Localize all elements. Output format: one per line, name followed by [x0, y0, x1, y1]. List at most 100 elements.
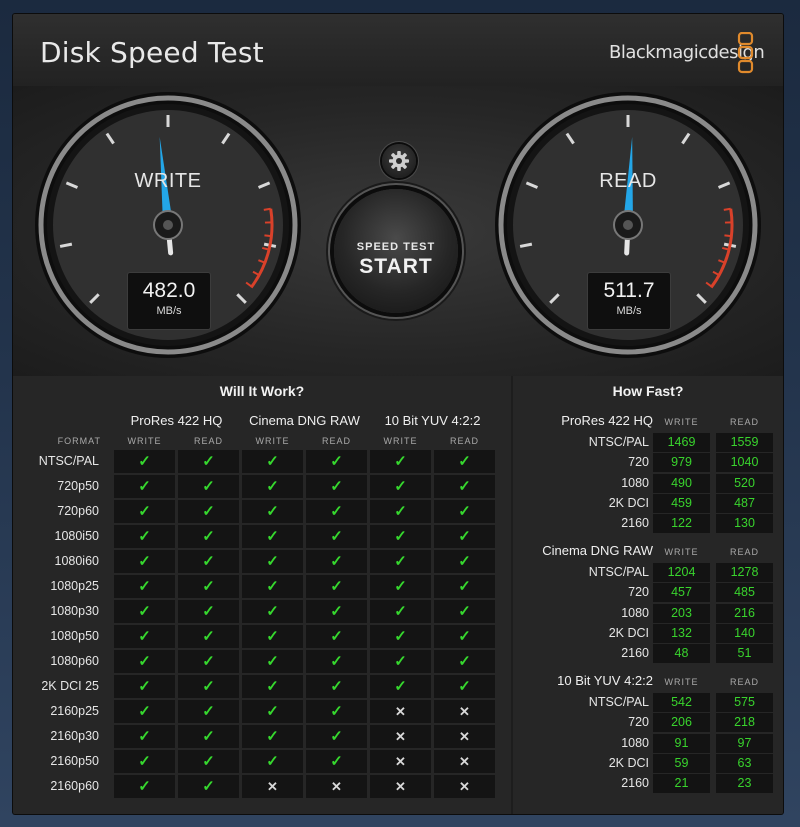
check-icon: ✓: [114, 650, 175, 673]
gauge-redzone-tick: [723, 207, 731, 211]
how-fast-row-label: 720: [628, 585, 649, 600]
gauge-hub-center: [623, 220, 633, 230]
check-icon: ✓: [242, 675, 303, 698]
write-fps-value: 122: [653, 514, 710, 534]
check-icon: ✓: [306, 600, 367, 623]
how-fast-row-label: 2160: [621, 646, 649, 661]
cross-icon: ✕: [370, 700, 431, 723]
cross-icon: ✕: [242, 775, 303, 798]
format-group-header: 10 Bit YUV 4:2:2: [384, 413, 481, 428]
check-icon: ✓: [178, 775, 239, 798]
check-icon: ✓: [306, 575, 367, 598]
how-fast-row-label: NTSC/PAL: [588, 565, 649, 579]
how-fast-row-label: 720: [628, 455, 649, 470]
format-subheader: READ: [193, 436, 223, 446]
read-fps-value: 130: [716, 514, 773, 534]
check-icon: ✓: [306, 700, 367, 723]
gear-icon: [389, 151, 409, 171]
check-icon: ✓: [434, 675, 495, 698]
format-row-label: 1080p50: [50, 629, 99, 643]
write-fps-value: 206: [653, 713, 710, 733]
check-icon: ✓: [370, 500, 431, 523]
check-icon: ✓: [178, 725, 239, 748]
format-row-label: 720p60: [57, 504, 99, 518]
check-icon: ✓: [242, 550, 303, 573]
check-icon: ✓: [434, 600, 495, 623]
check-icon: ✓: [370, 625, 431, 648]
check-icon: ✓: [114, 700, 175, 723]
check-icon: ✓: [242, 600, 303, 623]
write-gauge-label: WRITE: [134, 170, 202, 192]
check-icon: ✓: [242, 725, 303, 748]
read-fps-value: 575: [716, 693, 773, 712]
format-subheader: READ: [321, 436, 351, 446]
cross-icon: ✕: [306, 775, 367, 798]
cross-icon: ✕: [370, 775, 431, 798]
check-icon: ✓: [114, 575, 175, 598]
check-icon: ✓: [114, 500, 175, 523]
check-icon: ✓: [306, 650, 367, 673]
settings-button[interactable]: [382, 144, 416, 178]
read-fps-value: 23: [716, 774, 773, 794]
write-fps-value: 459: [653, 493, 710, 513]
format-column-header: FORMAT: [57, 436, 101, 446]
check-icon: ✓: [306, 750, 367, 773]
check-icon: ✓: [306, 475, 367, 498]
gauge-redzone-tick: [263, 207, 271, 211]
check-icon: ✓: [242, 650, 303, 673]
check-icon: ✓: [242, 500, 303, 523]
format-row-label: 1080p25: [50, 579, 99, 593]
read-gauge-label: READ: [599, 170, 657, 192]
write-fps-value: 203: [653, 603, 710, 623]
write-fps-value: 48: [653, 644, 710, 664]
check-icon: ✓: [306, 625, 367, 648]
check-icon: ✓: [242, 525, 303, 548]
read-fps-value: 216: [716, 603, 773, 623]
check-icon: ✓: [434, 550, 495, 573]
check-icon: ✓: [242, 700, 303, 723]
read-readout: 511.7 MB/s: [587, 272, 671, 330]
check-icon: ✓: [434, 525, 495, 548]
write-speed-unit: MB/s: [156, 305, 182, 317]
check-icon: ✓: [178, 475, 239, 498]
read-fps-value: 485: [716, 583, 773, 603]
how-fast-row-label: 2K DCI: [608, 495, 649, 510]
app-title: Disk Speed Test: [40, 36, 264, 69]
format-row-label: 2K DCI 25: [41, 679, 99, 693]
check-icon: ✓: [114, 600, 175, 623]
check-icon: ✓: [178, 625, 239, 648]
check-icon: ✓: [114, 750, 175, 773]
titlebar: Disk Speed Test Blackmagicdesign: [13, 14, 783, 86]
write-fps-value: 91: [653, 733, 710, 753]
check-icon: ✓: [242, 575, 303, 598]
check-icon: ✓: [178, 650, 239, 673]
how-fast-row-label: 2160: [621, 516, 649, 531]
write-fps-value: 1469: [653, 433, 710, 452]
format-row-label: 2160p50: [50, 754, 99, 768]
check-icon: ✓: [306, 675, 367, 698]
check-icon: ✓: [306, 725, 367, 748]
check-icon: ✓: [178, 600, 239, 623]
check-icon: ✓: [434, 575, 495, 598]
check-icon: ✓: [306, 450, 367, 473]
check-icon: ✓: [178, 750, 239, 773]
cross-icon: ✕: [434, 700, 495, 723]
how-fast-row-label: 1080: [621, 605, 649, 620]
read-fps-value: 63: [716, 753, 773, 773]
how-fast-row-label: 2160: [621, 776, 649, 791]
speed-test-start-button[interactable]: SPEED TEST START: [334, 189, 458, 313]
how-fast-group-header: ProRes 422 HQ: [561, 413, 653, 428]
check-icon: ✓: [370, 600, 431, 623]
check-icon: ✓: [114, 775, 175, 798]
format-group-header: Cinema DNG RAW: [249, 413, 360, 428]
how-fast-row-label: 2K DCI: [608, 625, 649, 640]
format-subheader: WRITE: [383, 436, 418, 446]
check-icon: ✓: [178, 675, 239, 698]
check-icon: ✓: [114, 675, 175, 698]
read-speed-unit: MB/s: [616, 305, 642, 317]
check-icon: ✓: [434, 625, 495, 648]
check-icon: ✓: [370, 550, 431, 573]
read-fps-value: 1278: [716, 563, 773, 582]
check-icon: ✓: [114, 450, 175, 473]
how-fast-row-label: 720: [628, 715, 649, 730]
